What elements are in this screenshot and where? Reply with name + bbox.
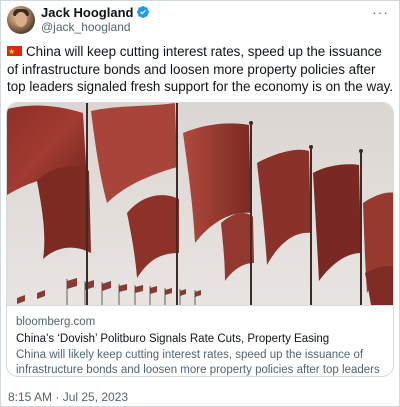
author-name[interactable]: Jack Hoogland [41,5,133,20]
china-flag-icon [7,43,22,61]
tweet-text: China will keep cutting interest rates, … [7,43,395,96]
more-options-icon[interactable]: ··· [372,5,389,19]
link-preview-meta: bloomberg.com China’s ‘Dovish’ Politburo… [7,305,393,376]
author-handle[interactable]: @jack_hoogland [41,20,131,34]
link-title[interactable]: China’s ‘Dovish’ Politburo Signals Rate … [16,331,386,347]
avatar[interactable] [7,6,35,34]
link-preview-card[interactable]: bloomberg.com China’s ‘Dovish’ Politburo… [6,102,394,377]
tweet-text-content: China will keep cutting interest rates, … [7,44,394,94]
link-description: China will likely keep cutting interest … [16,349,380,376]
link-preview-image [7,103,393,305]
author-name-row: Jack Hoogland [41,4,150,20]
tweet-card: Jack Hoogland @jack_hoogland ··· China w… [0,0,400,407]
link-domain: bloomberg.com [16,316,96,328]
verified-badge-icon [137,6,150,18]
tweet-timestamp[interactable]: 8:15 AM · Jul 25, 2023 [8,390,128,404]
